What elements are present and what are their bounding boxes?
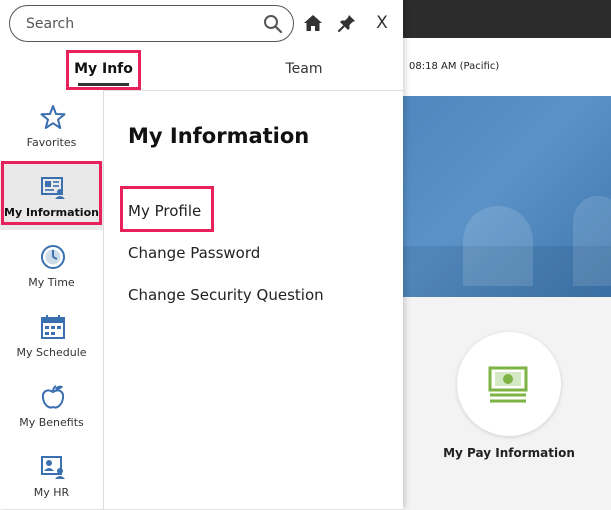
tab-my-info[interactable]: My Info [66, 50, 141, 90]
pay-info-icon [488, 366, 528, 403]
sidebar-item-label: My HR [33, 486, 70, 499]
search-box[interactable] [9, 5, 294, 42]
hr-icon [41, 456, 65, 479]
sidebar-nav: Favorites My Information My Time My Sche… [0, 90, 104, 509]
current-time: 08:18 AM (Pacific) [409, 61, 500, 72]
pay-information-label: My Pay Information [443, 446, 575, 460]
sidebar-item-my-time[interactable]: My Time [0, 232, 103, 300]
page-title: My Information [128, 124, 310, 148]
clock-icon [41, 245, 65, 269]
sidebar-item-label: My Schedule [16, 346, 87, 359]
panel-tabs: My Info Team [0, 50, 403, 91]
sidebar-item-label: My Time [28, 276, 75, 289]
highlight-box [1, 161, 102, 225]
sidebar-item-my-schedule[interactable]: My Schedule [0, 302, 103, 370]
home-icon[interactable] [303, 13, 323, 33]
change-security-question-link[interactable]: Change Security Question [128, 286, 324, 304]
tab-team[interactable]: Team [268, 50, 340, 90]
sidebar-item-my-hr[interactable]: My HR [0, 442, 103, 510]
navigation-panel: X My Info Team Favorites [0, 0, 403, 509]
search-icon[interactable] [263, 14, 283, 34]
pin-icon[interactable] [337, 13, 357, 33]
calendar-icon [41, 315, 65, 339]
star-icon [40, 105, 66, 129]
sidebar-item-my-benefits[interactable]: My Benefits [0, 372, 103, 440]
apple-icon [41, 385, 65, 409]
sidebar-item-label: My Benefits [19, 416, 84, 429]
my-profile-link[interactable]: My Profile [120, 186, 214, 232]
selected-tab-indicator [78, 83, 129, 86]
close-icon[interactable]: X [372, 13, 392, 33]
hero-banner [403, 96, 611, 297]
search-input[interactable] [24, 13, 253, 35]
tab-team-label: Team [285, 61, 323, 77]
sidebar-item-label: Favorites [26, 136, 77, 149]
my-profile-label: My Profile [128, 202, 202, 220]
sidebar-item-favorites[interactable]: Favorites [0, 92, 103, 160]
change-password-link[interactable]: Change Password [128, 244, 260, 262]
tab-my-info-label: My Info [74, 61, 133, 77]
